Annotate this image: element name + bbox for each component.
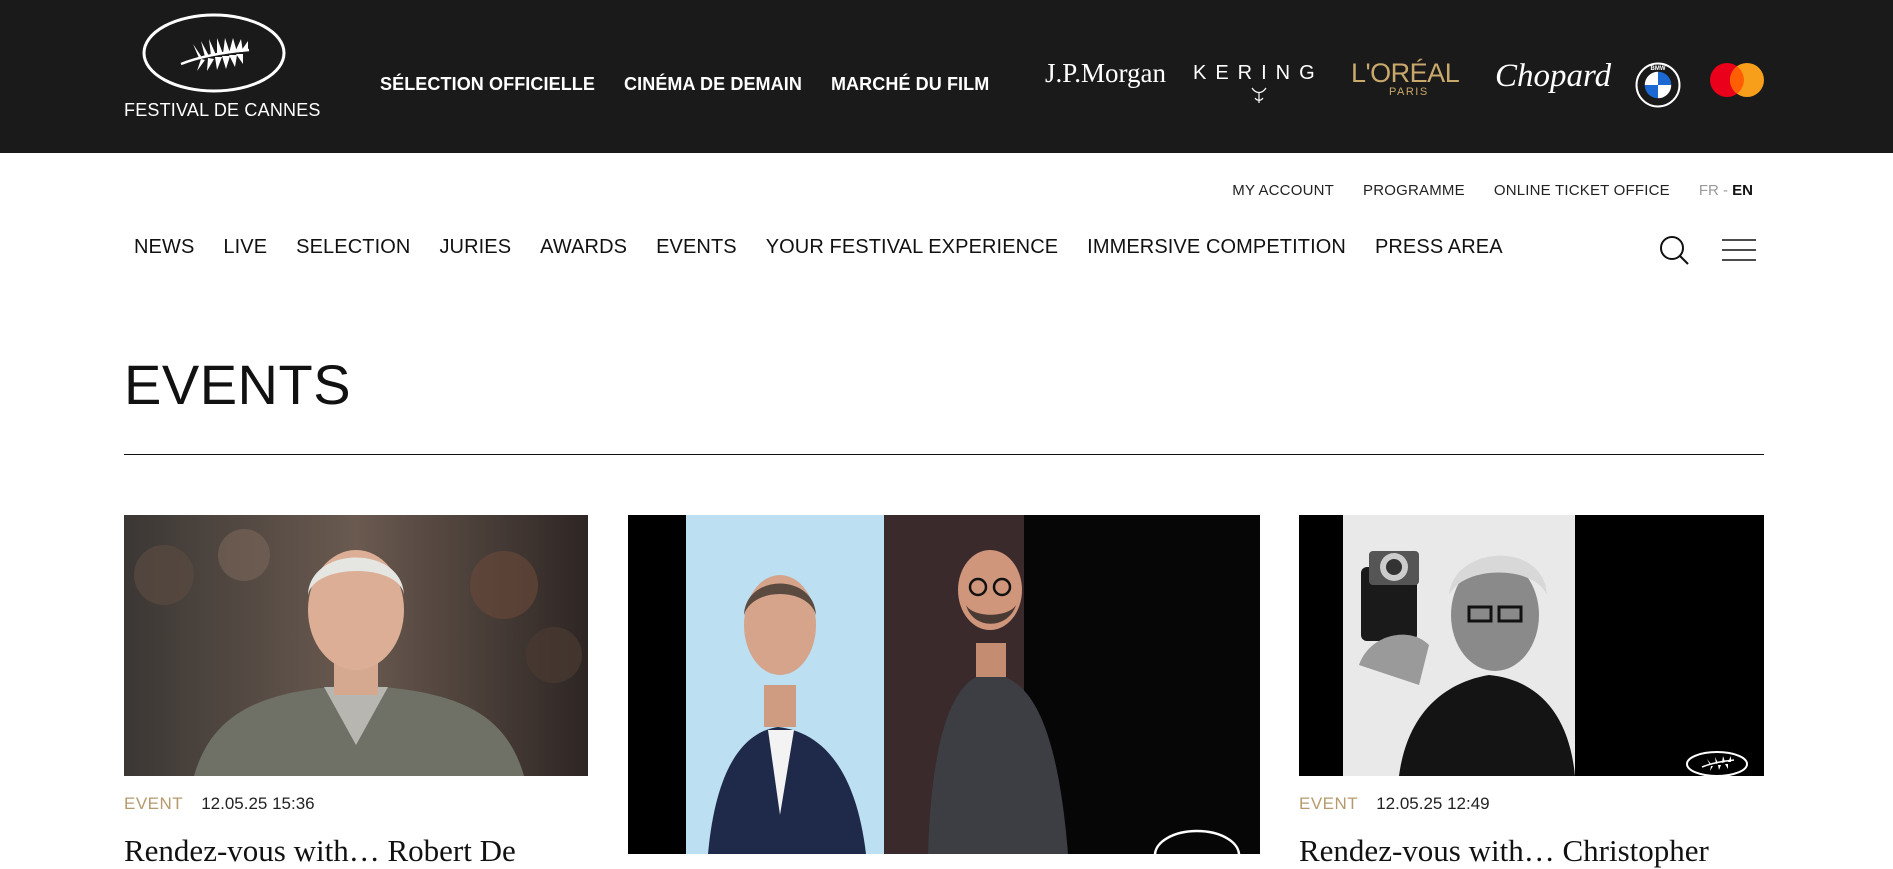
lang-en[interactable]: EN xyxy=(1732,182,1753,199)
main-nav-immersive-competition[interactable]: IMMERSIVE COMPETITION xyxy=(1087,236,1346,259)
programme-link[interactable]: PROGRAMME xyxy=(1363,182,1465,199)
main-nav: NEWS LIVE SELECTION JURIES AWARDS EVENTS… xyxy=(134,236,1503,259)
utility-nav: MY ACCOUNT PROGRAMME ONLINE TICKET OFFIC… xyxy=(1232,182,1753,199)
festival-logo[interactable]: FESTIVAL DE CANNES xyxy=(124,12,321,122)
logo-text: FESTIVAL DE CANNES xyxy=(124,100,321,120)
main-nav-news[interactable]: NEWS xyxy=(134,236,194,259)
search-icon[interactable] xyxy=(1658,234,1690,266)
palme-d-or-icon xyxy=(142,13,286,93)
top-nav: SÉLECTION OFFICIELLE CINÉMA DE DEMAIN MA… xyxy=(380,74,989,95)
card-thumbnail[interactable] xyxy=(124,515,588,776)
kering-owl-icon xyxy=(1251,87,1267,103)
event-card[interactable]: EVENT 12.05.25 12:49 Rendez-vous with… C… xyxy=(1299,515,1764,868)
card-date: 12.05.25 15:36 xyxy=(201,794,315,813)
top-nav-selection-officielle[interactable]: SÉLECTION OFFICIELLE xyxy=(380,74,595,95)
title-divider xyxy=(124,454,1764,455)
page-title: EVENTS xyxy=(124,353,352,416)
card-thumbnail[interactable] xyxy=(1299,515,1764,776)
sponsor-loreal[interactable]: L'ORÉAL xyxy=(1351,58,1460,89)
card-category[interactable]: EVENT xyxy=(1299,794,1358,814)
sponsor-mastercard[interactable] xyxy=(1709,62,1765,98)
main-nav-selection[interactable]: SELECTION xyxy=(296,236,410,259)
sponsor-bmw[interactable]: BMW xyxy=(1635,62,1681,108)
card-meta: EVENT 12.05.25 15:36 xyxy=(124,794,315,814)
sponsor-loreal-sub: PARIS xyxy=(1389,86,1429,98)
card-meta: EVENT 12.05.25 12:49 xyxy=(1299,794,1490,814)
main-nav-awards[interactable]: AWARDS xyxy=(540,236,627,259)
card-title[interactable]: Rendez-vous with… Robert De xyxy=(124,833,516,869)
main-nav-festival-experience[interactable]: YOUR FESTIVAL EXPERIENCE xyxy=(766,236,1058,259)
top-nav-marche-du-film[interactable]: MARCHÉ DU FILM xyxy=(831,74,989,95)
lang-fr[interactable]: FR xyxy=(1699,182,1719,199)
language-switcher: FR - EN xyxy=(1699,182,1753,199)
sponsor-kering[interactable]: KERING xyxy=(1193,62,1324,85)
event-card[interactable] xyxy=(628,515,1260,854)
palme-d-or-icon xyxy=(1153,829,1241,854)
main-nav-events[interactable]: EVENTS xyxy=(656,236,737,259)
bmw-letters: BMW xyxy=(1651,66,1666,72)
top-bar: FESTIVAL DE CANNES SÉLECTION OFFICIELLE … xyxy=(0,0,1893,153)
main-nav-live[interactable]: LIVE xyxy=(223,236,267,259)
card-date: 12.05.25 12:49 xyxy=(1376,794,1490,813)
event-card[interactable]: EVENT 12.05.25 15:36 Rendez-vous with… R… xyxy=(124,515,588,868)
main-nav-juries[interactable]: JURIES xyxy=(439,236,511,259)
card-category[interactable]: EVENT xyxy=(124,794,183,814)
my-account-link[interactable]: MY ACCOUNT xyxy=(1232,182,1334,199)
ticket-office-link[interactable]: ONLINE TICKET OFFICE xyxy=(1494,182,1670,199)
sponsor-chopard[interactable]: Chopard xyxy=(1495,58,1611,95)
palme-d-or-icon xyxy=(1686,751,1748,776)
card-image xyxy=(628,515,1260,854)
card-title[interactable]: Rendez-vous with… Christopher xyxy=(1299,833,1709,869)
top-nav-cinema-de-demain[interactable]: CINÉMA DE DEMAIN xyxy=(624,74,802,95)
card-thumbnail[interactable] xyxy=(628,515,1260,854)
lang-separator: - xyxy=(1718,182,1733,199)
sponsor-jpmorgan[interactable]: J.P.Morgan xyxy=(1045,58,1166,89)
card-image xyxy=(1299,515,1764,776)
card-image xyxy=(124,515,588,776)
hamburger-menu-icon[interactable] xyxy=(1722,238,1756,262)
main-nav-press-area[interactable]: PRESS AREA xyxy=(1375,236,1503,259)
